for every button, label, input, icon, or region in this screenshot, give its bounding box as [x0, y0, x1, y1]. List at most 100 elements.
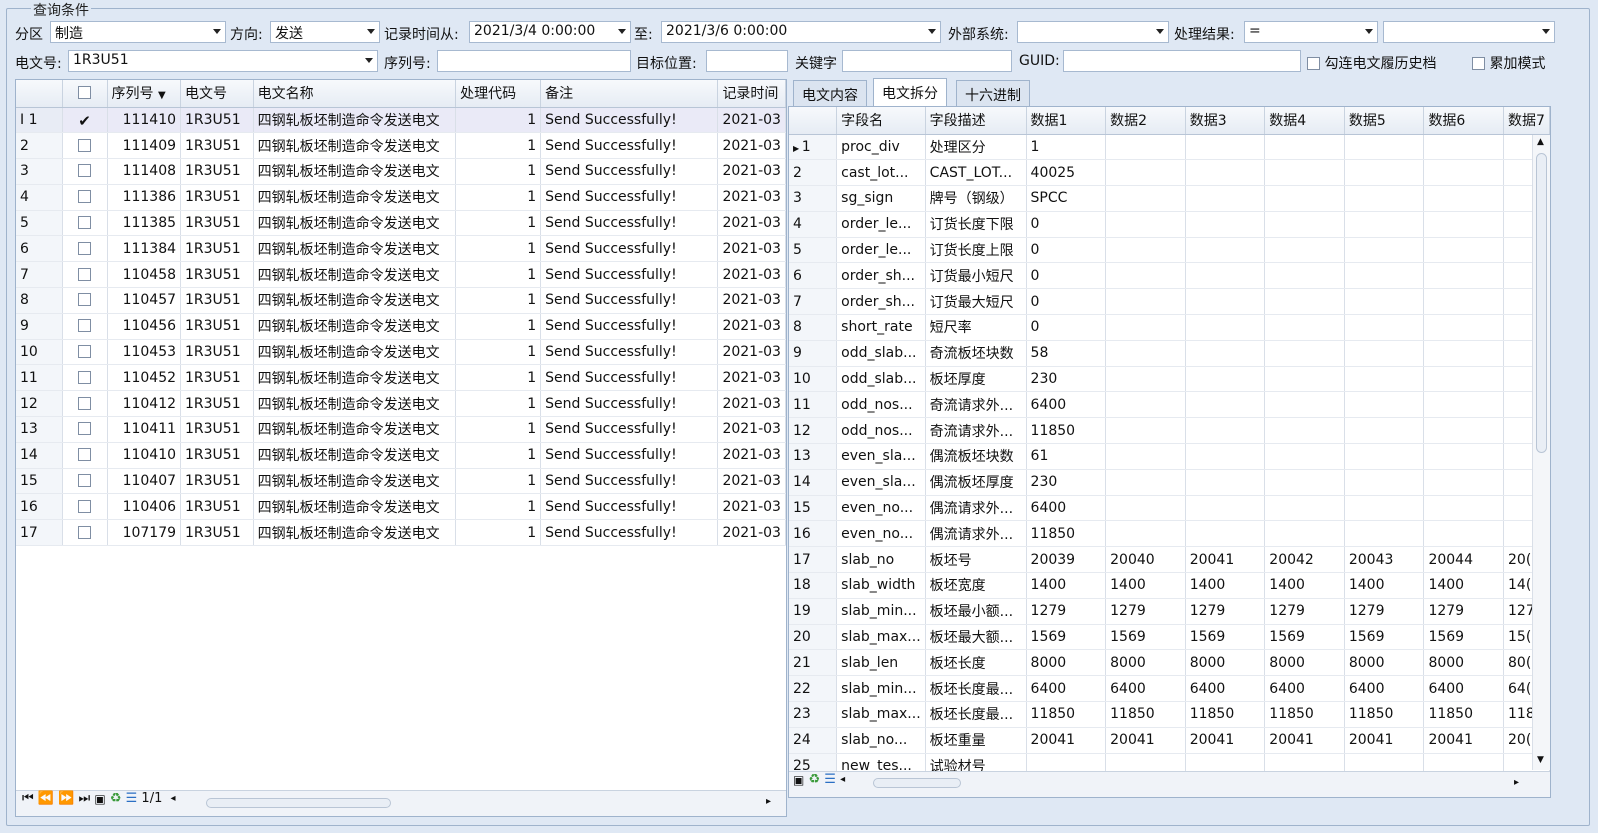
right-horizontal-scrollbar[interactable]	[873, 778, 961, 788]
column-header[interactable]: 字段名	[836, 107, 926, 135]
table-row[interactable]: I 1 ✔ 111410 1R3U51 四钢轧板坯制造命令发送电文 1 Send Succe…	[16, 107, 786, 134]
scroll-up-icon[interactable]: ▲	[1537, 137, 1544, 147]
row-checkbox[interactable]	[62, 235, 108, 263]
column-header-note[interactable]: 备注	[540, 80, 719, 108]
target-input[interactable]	[706, 50, 788, 72]
table-row[interactable]: 14 even_sla... 偶流板坯厚度 230	[789, 469, 1550, 496]
row-checkbox[interactable]	[62, 261, 108, 289]
checkbox-icon[interactable]	[78, 319, 92, 333]
table-row[interactable]: 11 110452 1R3U51 四钢轧板坯制造命令发送电文 1 Send Success…	[16, 364, 786, 392]
checkbox-icon[interactable]	[78, 499, 92, 513]
keyword-input[interactable]	[842, 50, 1012, 72]
first-page-icon[interactable]: ⏮	[22, 791, 34, 806]
checkbox-icon[interactable]	[78, 267, 92, 281]
checkbox-icon[interactable]	[78, 216, 92, 230]
column-header-code[interactable]: 处理代码	[455, 80, 542, 108]
table-row[interactable]: 11 odd_nos... 奇流请求外... 6400	[789, 391, 1550, 419]
column-header-msgno[interactable]: 电文号	[180, 80, 254, 108]
last-page-icon[interactable]: ⏭	[79, 791, 91, 806]
history-checkbox[interactable]: 勾连电文履历史档	[1307, 53, 1436, 73]
checkbox-icon[interactable]	[1307, 57, 1320, 70]
column-header[interactable]: 数据4	[1264, 107, 1345, 135]
column-header[interactable]: 字段描述	[925, 107, 1027, 135]
checkbox-icon[interactable]	[78, 422, 92, 436]
table-row[interactable]: 15 even_no... 偶流请求外... 6400	[789, 495, 1550, 522]
checkbox-icon[interactable]	[78, 293, 92, 307]
time-from-combo[interactable]: 2021/3/4 0:00:00	[469, 21, 631, 43]
row-checkbox[interactable]	[62, 493, 108, 521]
prev-page-icon[interactable]: ⏪	[38, 791, 54, 806]
table-row[interactable]: 5 order_le... 订货长度上限 0	[789, 237, 1550, 264]
table-row[interactable]: 6 order_sh... 订货最小短尺 0	[789, 262, 1550, 290]
scroll-right-icon[interactable]: ▸	[1514, 777, 1519, 788]
column-header[interactable]: 数据2	[1105, 107, 1186, 135]
checkbox-icon[interactable]	[1472, 57, 1485, 70]
row-checkbox[interactable]	[62, 184, 108, 211]
row-checkbox[interactable]	[62, 287, 108, 314]
table-row[interactable]: 10 110453 1R3U51 四钢轧板坯制造命令发送电文 1 Send Success…	[16, 339, 786, 366]
time-to-combo[interactable]: 2021/3/6 0:00:00	[661, 21, 941, 43]
row-checkbox[interactable]	[62, 519, 108, 547]
table-row[interactable]: 14 110410 1R3U51 四钢轧板坯制造命令发送电文 1 Send Success…	[16, 442, 786, 469]
table-row[interactable]: 17 107179 1R3U51 四钢轧板坯制造命令发送电文 1 Send Success…	[16, 519, 786, 547]
table-row[interactable]: 5 111385 1R3U51 四钢轧板坯制造命令发送电文 1 Send Successf…	[16, 210, 786, 237]
table-row[interactable]: 10 odd_slab... 板坯厚度 230	[789, 366, 1550, 393]
table-row[interactable]: 6 111384 1R3U51 四钢轧板坯制造命令发送电文 1 Send Successf…	[16, 235, 786, 263]
layout-icon[interactable]: ☰	[824, 772, 836, 787]
scroll-down-icon[interactable]: ▼	[1537, 755, 1544, 765]
table-row[interactable]: 8 110457 1R3U51 四钢轧板坯制造命令发送电文 1 Send Successf…	[16, 287, 786, 314]
table-row[interactable]: 20 slab_max... 板坯最大额... 1569 1569 1569 1569 156…	[789, 624, 1550, 651]
table-row[interactable]: 7 110458 1R3U51 四钢轧板坯制造命令发送电文 1 Send Successf…	[16, 261, 786, 289]
table-row[interactable]: 22 slab_min... 板坯长度最... 6400 6400 6400 6400 640…	[789, 675, 1550, 703]
table-row[interactable]: 8 short_rate 短尺率 0	[789, 314, 1550, 341]
table-row[interactable]: 3 sg_sign 牌号（钢级） SPCC	[789, 185, 1550, 212]
tab-content[interactable]: 电文内容	[793, 80, 867, 106]
row-checkbox[interactable]: ✔	[62, 107, 108, 134]
result-op-combo[interactable]: =	[1244, 21, 1378, 43]
row-checkbox[interactable]	[62, 468, 108, 495]
table-row[interactable]: 24 slab_no... 板坯重量 20041 20041 20041 20041 2004…	[789, 727, 1550, 754]
column-header-seq[interactable]: 序列号 ▼	[107, 80, 182, 108]
table-row[interactable]: 2 cast_lot... CAST_LOT... 40025	[789, 159, 1550, 187]
table-row[interactable]: 7 order_sh... 订货最大短尺 0	[789, 288, 1550, 316]
table-row[interactable]: 4 order_le... 订货长度下限 0	[789, 211, 1550, 238]
seq-input[interactable]	[437, 50, 631, 72]
direction-combo[interactable]: 发送	[270, 21, 380, 43]
tab-hex[interactable]: 十六进制	[956, 80, 1030, 106]
checkbox-icon[interactable]	[78, 241, 92, 255]
scroll-left-icon[interactable]: ◂	[840, 774, 845, 785]
checkbox-icon[interactable]	[78, 370, 92, 384]
table-row[interactable]: 12 110412 1R3U51 四钢轧板坯制造命令发送电文 1 Send Success…	[16, 390, 786, 418]
table-row[interactable]: 21 slab_len 板坯长度 8000 8000 8000 8000 8000 8000 80…	[789, 649, 1550, 677]
table-row[interactable]: ▶ 1 proc_div 处理区分 1	[789, 134, 1550, 161]
table-row[interactable]: 3 111408 1R3U51 四钢轧板坯制造命令发送电文 1 Send Successf…	[16, 158, 786, 185]
tab-split[interactable]: 电文拆分	[873, 78, 947, 106]
checkbox-icon[interactable]	[78, 396, 92, 410]
row-checkbox[interactable]	[62, 210, 108, 237]
horizontal-scrollbar[interactable]	[206, 798, 391, 808]
column-header[interactable]: 数据1	[1026, 107, 1107, 135]
table-row[interactable]: 17 slab_no 板坯号 20039 20040 20041 20042 20043 200…	[789, 546, 1550, 574]
column-header[interactable]: 数据6	[1423, 107, 1505, 135]
next-page-icon[interactable]: ⏩	[58, 791, 74, 806]
row-checkbox[interactable]	[62, 339, 108, 366]
checkbox-icon[interactable]	[78, 345, 92, 359]
scroll-right-icon[interactable]: ▸	[766, 796, 771, 807]
table-row[interactable]: 23 slab_max... 板坯长度最... 11850 11850 11850 1185…	[789, 701, 1550, 728]
guid-input[interactable]	[1063, 50, 1301, 72]
column-header-name[interactable]: 电文名称	[253, 80, 457, 108]
checkbox-icon[interactable]	[78, 164, 92, 178]
column-header[interactable]: 数据3	[1185, 107, 1266, 135]
table-row[interactable]: 4 111386 1R3U51 四钢轧板坯制造命令发送电文 1 Send Successf…	[16, 184, 786, 211]
table-row[interactable]: 13 even_sla... 偶流板坯块数 61	[789, 443, 1550, 470]
result-value-combo[interactable]	[1383, 21, 1555, 43]
row-checkbox[interactable]	[62, 442, 108, 469]
row-checkbox[interactable]	[62, 364, 108, 392]
refresh-icon[interactable]: ♻	[110, 791, 122, 806]
row-checkbox[interactable]	[62, 158, 108, 185]
area-combo[interactable]: 制造	[50, 21, 226, 43]
table-row[interactable]: 9 odd_slab... 奇流板坯块数 58	[789, 340, 1550, 367]
table-row[interactable]: 19 slab_min... 板坯最小额... 1279 1279 1279 1279 127…	[789, 598, 1550, 625]
table-row[interactable]: 13 110411 1R3U51 四钢轧板坯制造命令发送电文 1 Send Success…	[16, 416, 786, 443]
column-header[interactable]: 数据5	[1344, 107, 1425, 135]
